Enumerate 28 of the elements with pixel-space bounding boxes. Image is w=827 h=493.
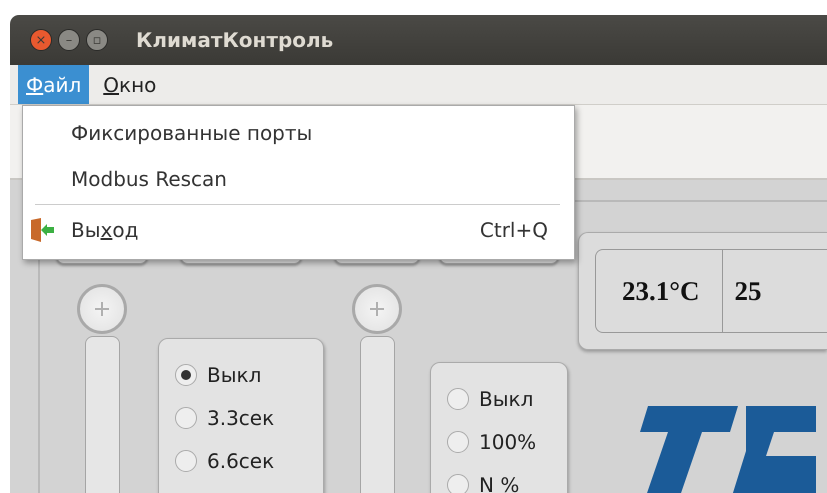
reading-value: 23.1°C (596, 250, 723, 332)
radio-button[interactable] (447, 388, 469, 410)
menu-title[interactable]: Окно (95, 65, 164, 104)
plus-icon (95, 302, 109, 316)
radio-button[interactable] (175, 407, 197, 429)
radio-button[interactable] (175, 364, 197, 386)
plus-icon (370, 302, 384, 316)
menu-item-label: Выход (71, 218, 138, 242)
slider-track[interactable] (84, 336, 120, 493)
reading-value: 25 (734, 274, 762, 308)
plus-button[interactable] (352, 284, 402, 334)
radio-label: Выкл (479, 387, 534, 411)
slider-track[interactable] (360, 336, 394, 493)
window-title: КлиматКонтроль (136, 28, 334, 52)
menu-item[interactable]: Выход Ctrl+Q (23, 207, 574, 253)
menu-item[interactable]: Фиксированные порты (23, 110, 574, 156)
radio-button[interactable] (447, 431, 469, 453)
radio-label: Выкл (207, 363, 262, 387)
shortcut-label: Ctrl+Q (480, 218, 548, 242)
plus-button[interactable] (77, 284, 127, 334)
radio-label: 6.6сек (207, 449, 274, 473)
radio-button[interactable] (175, 450, 197, 472)
radio-label: N % (479, 473, 520, 493)
radio-button[interactable] (447, 474, 469, 493)
radio-label: 3.3сек (207, 406, 274, 430)
menu-item[interactable]: Modbus Rescan (23, 156, 574, 202)
radio-label: 100% (479, 430, 536, 454)
exit-door-icon (29, 218, 55, 242)
